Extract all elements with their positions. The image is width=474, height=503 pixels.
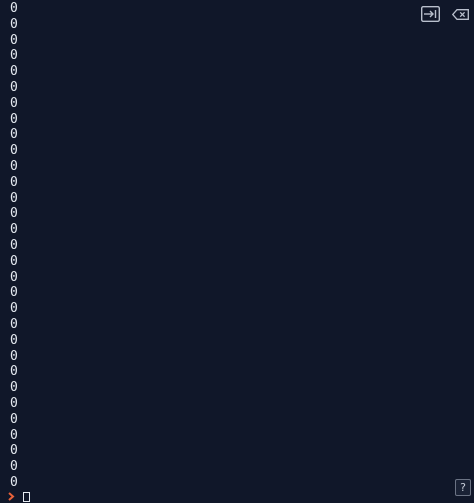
- output-line: 0: [10, 316, 18, 332]
- chevron-right-icon: [8, 492, 17, 501]
- output-line: 0: [10, 474, 18, 490]
- output-line: 0: [10, 269, 18, 285]
- output-line: 0: [10, 16, 18, 32]
- output-line: 0: [10, 380, 18, 396]
- output-line: 0: [10, 1, 18, 16]
- output-line: 0: [10, 285, 18, 301]
- output-line: 0: [10, 48, 18, 64]
- output-line: 0: [10, 190, 18, 206]
- output-line: 0: [10, 206, 18, 222]
- output-line: 0: [10, 79, 18, 95]
- output-line: 0: [10, 174, 18, 190]
- help-button-label: ?: [460, 481, 466, 494]
- output-line: 0: [10, 253, 18, 269]
- output-line: 0: [10, 411, 18, 427]
- terminal-window[interactable]: 0000000000000000000000000000000 ?: [0, 0, 474, 503]
- output-line: 0: [10, 158, 18, 174]
- output-line: 0: [10, 222, 18, 238]
- output-line: 0: [10, 332, 18, 348]
- output-line: 0: [10, 459, 18, 475]
- output-line: 0: [10, 32, 18, 48]
- output-line: 0: [10, 127, 18, 143]
- text-cursor[interactable]: [23, 491, 30, 502]
- command-prompt[interactable]: [8, 491, 30, 502]
- output-line: 0: [10, 237, 18, 253]
- output-line: 0: [10, 143, 18, 159]
- output-line: 0: [10, 395, 18, 411]
- output-line: 0: [10, 301, 18, 317]
- output-line: 0: [10, 111, 18, 127]
- terminal-output: 0000000000000000000000000000000: [10, 1, 18, 491]
- exit-icon[interactable]: [421, 6, 440, 22]
- output-line: 0: [10, 364, 18, 380]
- clear-input-icon[interactable]: [452, 8, 469, 20]
- output-line: 0: [10, 427, 18, 443]
- output-line: 0: [10, 95, 18, 111]
- help-button[interactable]: ?: [455, 479, 471, 496]
- output-line: 0: [10, 443, 18, 459]
- output-line: 0: [10, 64, 18, 80]
- output-line: 0: [10, 348, 18, 364]
- terminal-toolbar: [421, 6, 469, 22]
